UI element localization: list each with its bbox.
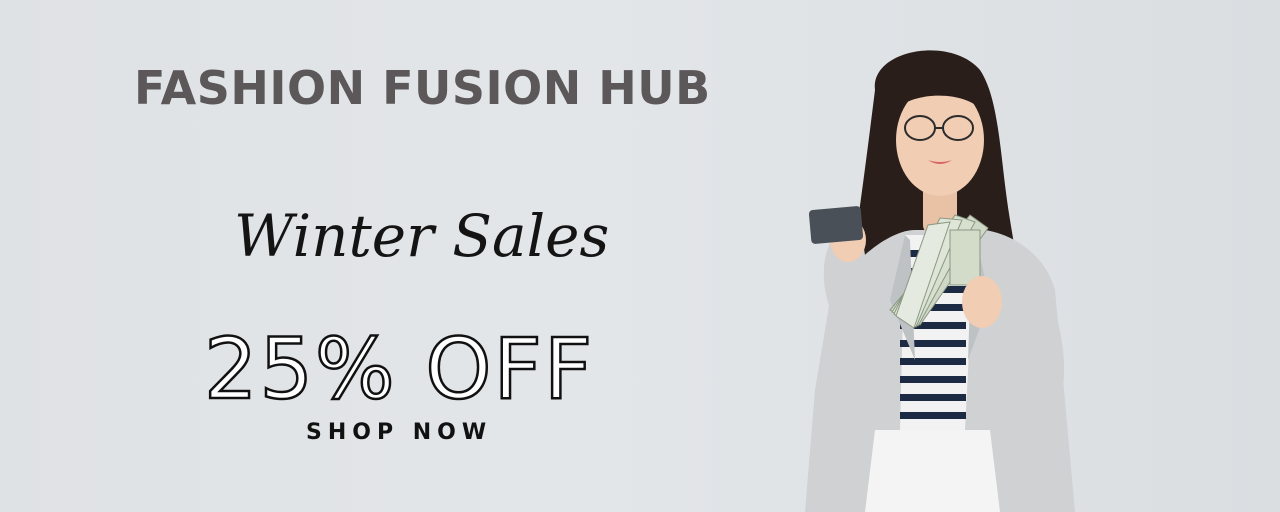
credit-card-icon (808, 206, 864, 244)
discount-text: 25% OFF (203, 320, 595, 418)
sale-title: Winter Sales (234, 202, 610, 270)
brand-title: FASHION FUSION HUB (134, 61, 711, 115)
hand-right (962, 276, 1002, 328)
promo-banner: FASHION FUSION HUB Winter Sales 25% OFF … (0, 0, 1280, 512)
shop-now-button[interactable]: SHOP NOW (306, 418, 492, 448)
trousers (865, 430, 1000, 512)
model-photo (805, 50, 1075, 512)
